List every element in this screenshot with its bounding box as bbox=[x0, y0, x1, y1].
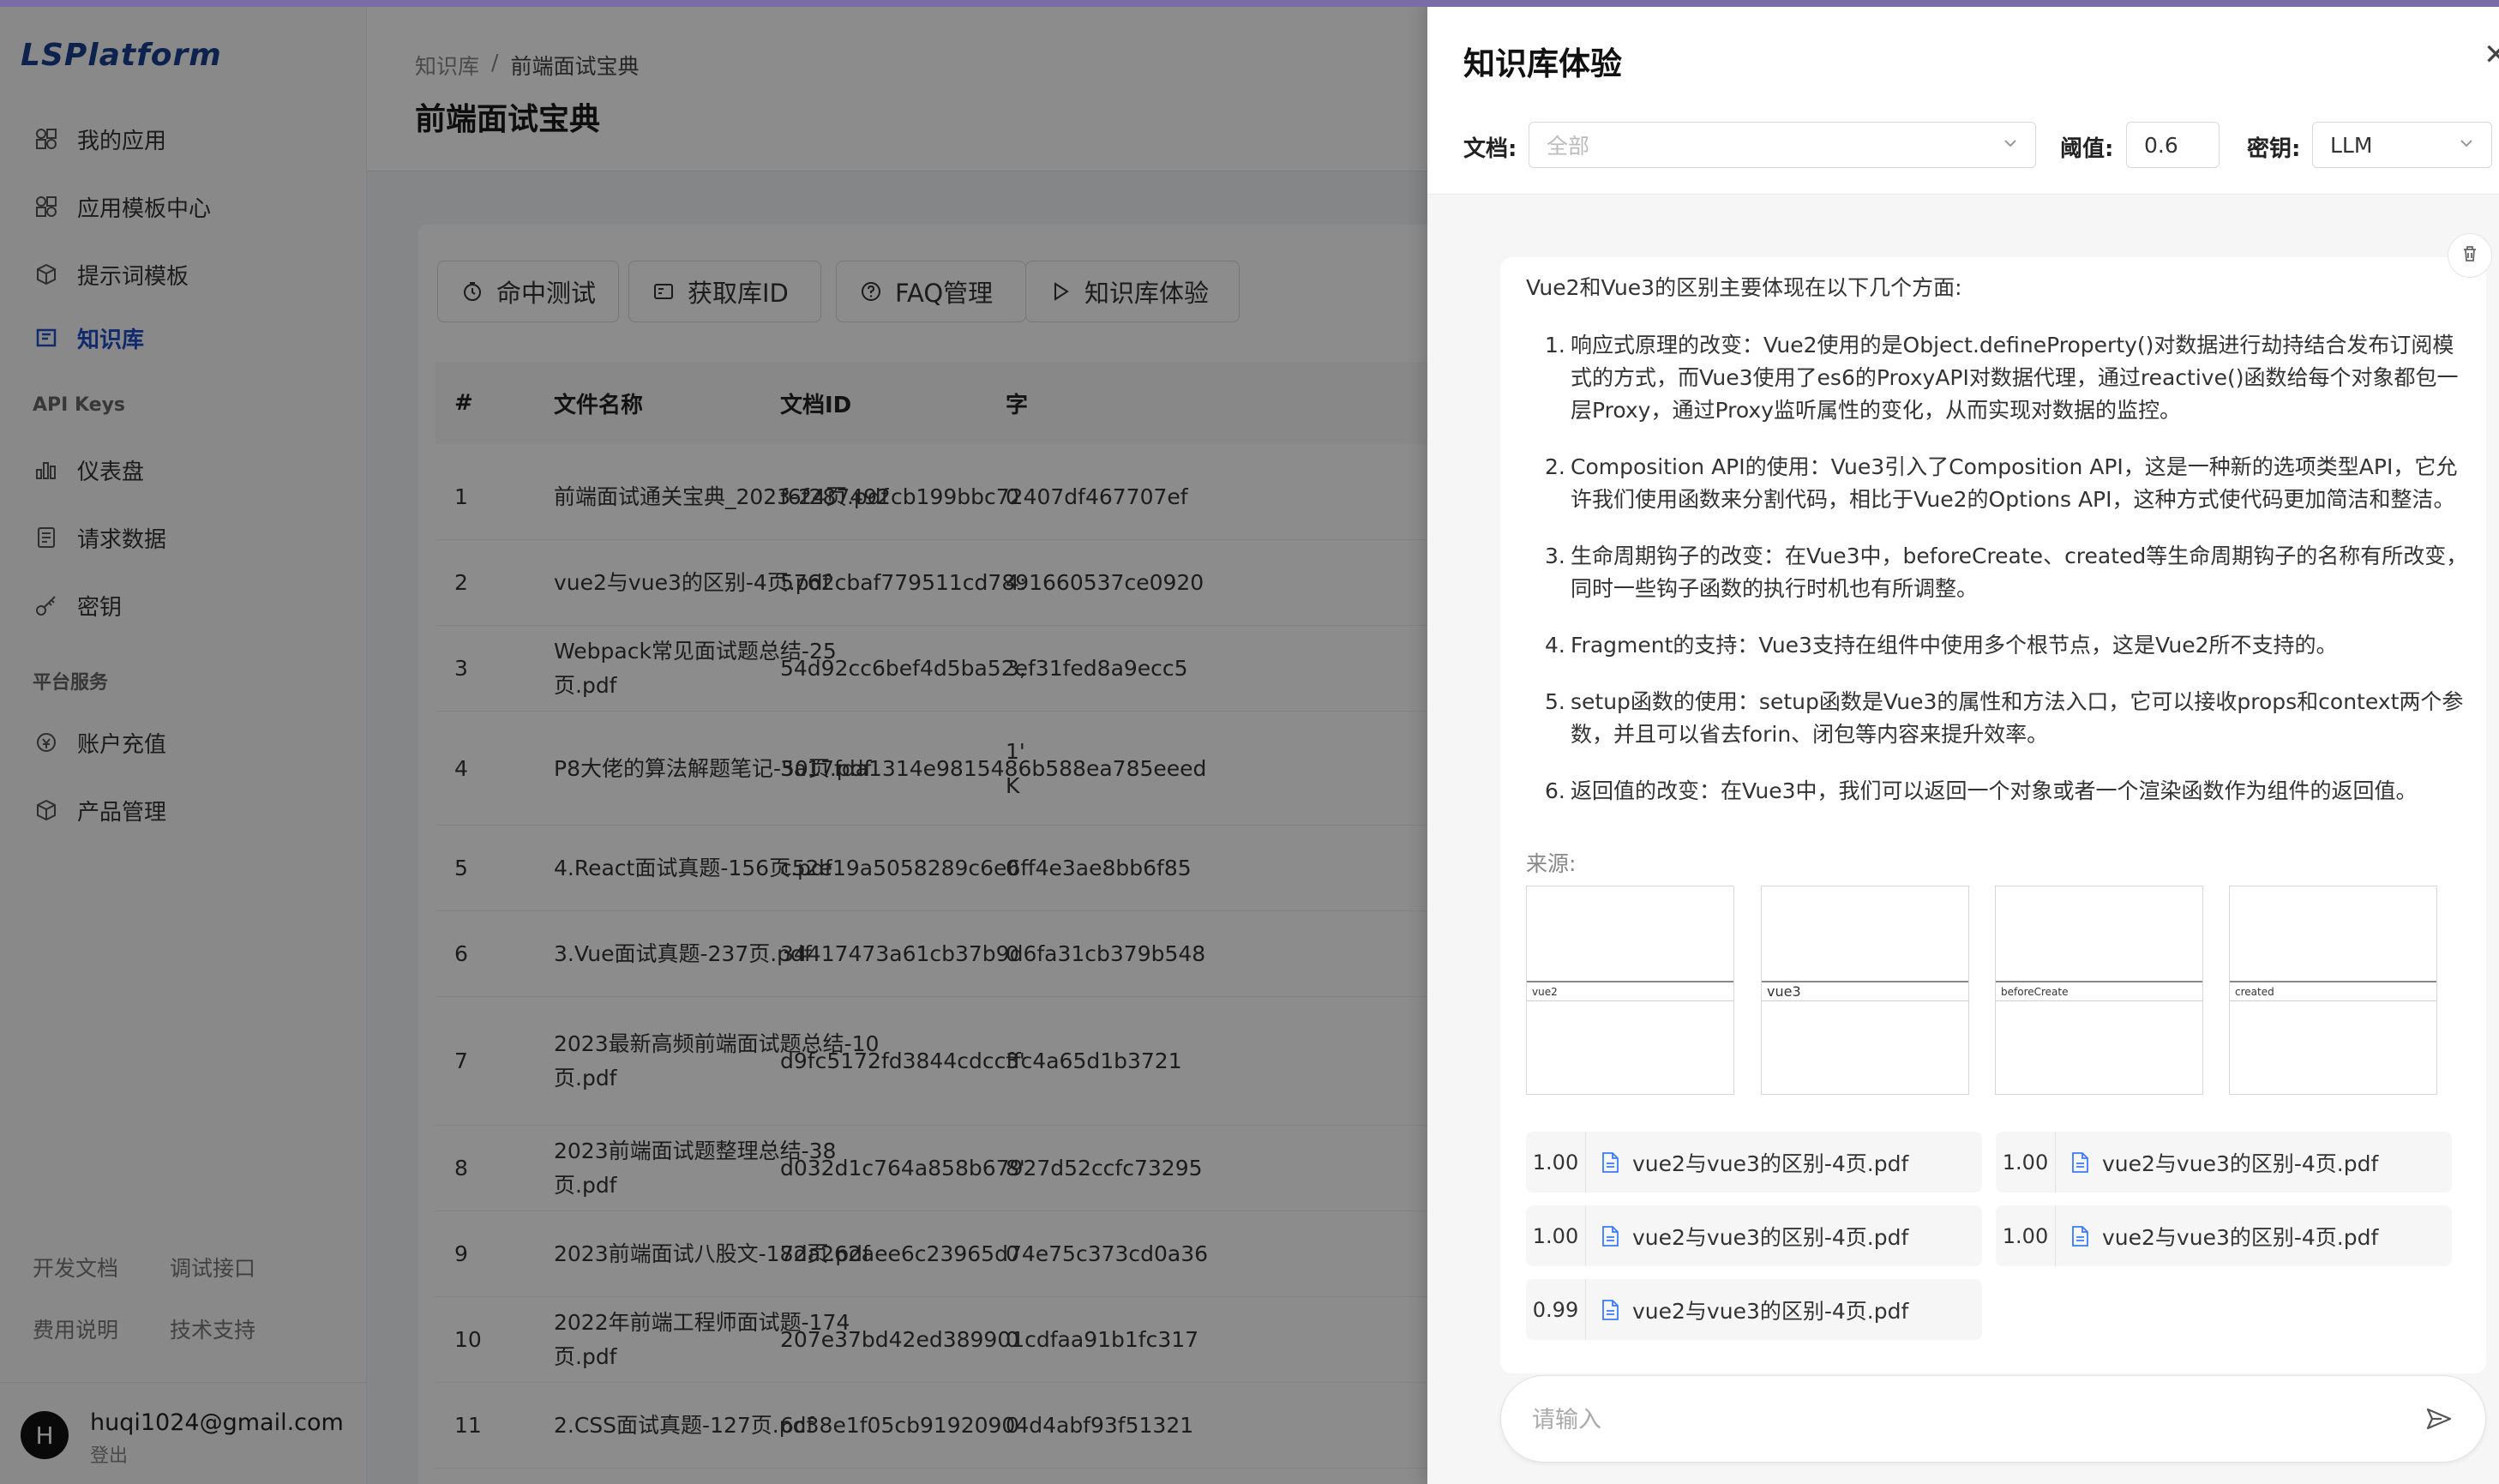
source-file-chip[interactable]: 0.99 vue2与vue3的区别-4页.pdf bbox=[1526, 1279, 1982, 1340]
list-text: Composition API的使用：Vue3引入了Composition AP… bbox=[1571, 454, 2458, 512]
thumbnail-caption: vue3 bbox=[1762, 981, 1968, 1001]
answer-list-item: 6. 返回值的改变：在Vue3中，我们可以返回一个对象或者一个渲染函数作为组件的返… bbox=[1526, 775, 2469, 808]
source-file-name: vue2与vue3的区别-4页.pdf bbox=[1632, 1298, 1909, 1324]
relevance-score: 1.00 bbox=[1996, 1205, 2056, 1266]
list-text: setup函数的使用：setup函数是Vue3的属性和方法入口，它可以接收pro… bbox=[1571, 689, 2464, 747]
source-thumbnail[interactable]: created bbox=[2229, 886, 2437, 1095]
relevance-score: 1.00 bbox=[1526, 1132, 1586, 1193]
answer-intro: Vue2和Vue3的区别主要体现在以下几个方面: bbox=[1526, 275, 1962, 300]
file-icon bbox=[2069, 1151, 2090, 1174]
send-button[interactable] bbox=[2420, 1402, 2458, 1439]
threshold-label: 阈值: bbox=[2060, 136, 2114, 162]
key-select-value: LLM bbox=[2330, 132, 2373, 158]
source-thumbnail[interactable]: vue3 bbox=[1761, 886, 1969, 1095]
answer-list-item: 2. Composition API的使用：Vue3引入了Composition … bbox=[1526, 451, 2469, 516]
answer-list-item: 4. Fragment的支持：Vue3支持在组件中使用多个根节点，这是Vue2所不… bbox=[1526, 629, 2469, 662]
chevron-down-icon bbox=[2001, 133, 2020, 158]
list-number: 4. bbox=[1545, 633, 1565, 658]
source-file-name: vue2与vue3的区别-4页.pdf bbox=[1632, 1224, 1909, 1250]
answer-list-item: 1. 响应式原理的改变：Vue2使用的是Object.defineProperty… bbox=[1526, 329, 2469, 427]
document-filter-label: 文档: bbox=[1463, 136, 1517, 162]
thumbnail-caption: beforeCreate bbox=[1996, 981, 2202, 1001]
list-text: 响应式原理的改变：Vue2使用的是Object.defineProperty()… bbox=[1571, 333, 2459, 423]
knowledge-experience-drawer: 知识库体验 ✕ 文档: 全部 阈值: 0.6 密钥: LLM Vue2和Vue3… bbox=[1427, 0, 2499, 1484]
list-number: 1. bbox=[1545, 333, 1565, 357]
clear-chat-button[interactable] bbox=[2448, 233, 2492, 278]
file-icon bbox=[1600, 1299, 1620, 1321]
source-thumbnail[interactable]: beforeCreate bbox=[1995, 886, 2203, 1095]
file-icon bbox=[1600, 1225, 1620, 1247]
list-text: Fragment的支持：Vue3支持在组件中使用多个根节点，这是Vue2所不支持… bbox=[1571, 633, 2338, 658]
drawer-title: 知识库体验 bbox=[1463, 45, 1622, 82]
answer-list-item: 3. 生命周期钩子的改变：在Vue3中，beforeCreate、created等… bbox=[1526, 540, 2469, 605]
document-select-value: 全部 bbox=[1547, 134, 1590, 159]
chat-input[interactable] bbox=[1532, 1397, 2389, 1443]
modal-overlay[interactable] bbox=[0, 0, 1427, 1484]
file-icon bbox=[2069, 1225, 2090, 1247]
answer-list: 1. 响应式原理的改变：Vue2使用的是Object.defineProperty… bbox=[1526, 329, 2469, 832]
list-text: 生命周期钩子的改变：在Vue3中，beforeCreate、created等生命… bbox=[1571, 544, 2468, 601]
file-icon bbox=[1600, 1151, 1620, 1174]
trash-icon bbox=[2460, 243, 2480, 267]
source-thumbnail[interactable]: vue2 bbox=[1526, 886, 1734, 1095]
chevron-down-icon bbox=[2457, 133, 2476, 158]
list-number: 5. bbox=[1545, 689, 1565, 714]
key-label: 密钥: bbox=[2247, 136, 2301, 162]
source-file-name: vue2与vue3的区别-4页.pdf bbox=[1632, 1151, 1909, 1176]
list-number: 6. bbox=[1545, 778, 1565, 803]
source-file-chip[interactable]: 1.00 vue2与vue3的区别-4页.pdf bbox=[1996, 1132, 2452, 1193]
close-icon[interactable]: ✕ bbox=[2484, 38, 2499, 72]
chat-input-bar bbox=[1500, 1375, 2486, 1463]
source-file-chip[interactable]: 1.00 vue2与vue3的区别-4页.pdf bbox=[1526, 1132, 1982, 1193]
source-file-name: vue2与vue3的区别-4页.pdf bbox=[2102, 1224, 2379, 1250]
thumbnail-caption: vue2 bbox=[1527, 981, 1733, 1001]
sources-label: 来源: bbox=[1526, 851, 1577, 876]
list-number: 2. bbox=[1545, 454, 1565, 479]
relevance-score: 1.00 bbox=[1526, 1205, 1586, 1266]
threshold-input[interactable]: 0.6 bbox=[2126, 122, 2220, 168]
list-text: 返回值的改变：在Vue3中，我们可以返回一个对象或者一个渲染函数作为组件的返回值… bbox=[1571, 778, 2418, 803]
answer-message: Vue2和Vue3的区别主要体现在以下几个方面: 1. 响应式原理的改变：Vue2… bbox=[1500, 257, 2486, 1373]
thumbnail-caption: created bbox=[2230, 981, 2436, 1001]
send-icon bbox=[2424, 1404, 2454, 1437]
key-select[interactable]: LLM bbox=[2312, 122, 2492, 168]
top-accent-bar bbox=[0, 0, 2499, 7]
source-file-chip[interactable]: 1.00 vue2与vue3的区别-4页.pdf bbox=[1526, 1205, 1982, 1266]
threshold-value: 0.6 bbox=[2144, 132, 2178, 158]
list-number: 3. bbox=[1545, 544, 1565, 568]
answer-list-item: 5. setup函数的使用：setup函数是Vue3的属性和方法入口，它可以接收p… bbox=[1526, 686, 2469, 751]
relevance-score: 0.99 bbox=[1526, 1279, 1586, 1340]
document-select[interactable]: 全部 bbox=[1529, 122, 2036, 168]
source-file-name: vue2与vue3的区别-4页.pdf bbox=[2102, 1151, 2379, 1176]
source-file-chip[interactable]: 1.00 vue2与vue3的区别-4页.pdf bbox=[1996, 1205, 2452, 1266]
relevance-score: 1.00 bbox=[1996, 1132, 2056, 1193]
